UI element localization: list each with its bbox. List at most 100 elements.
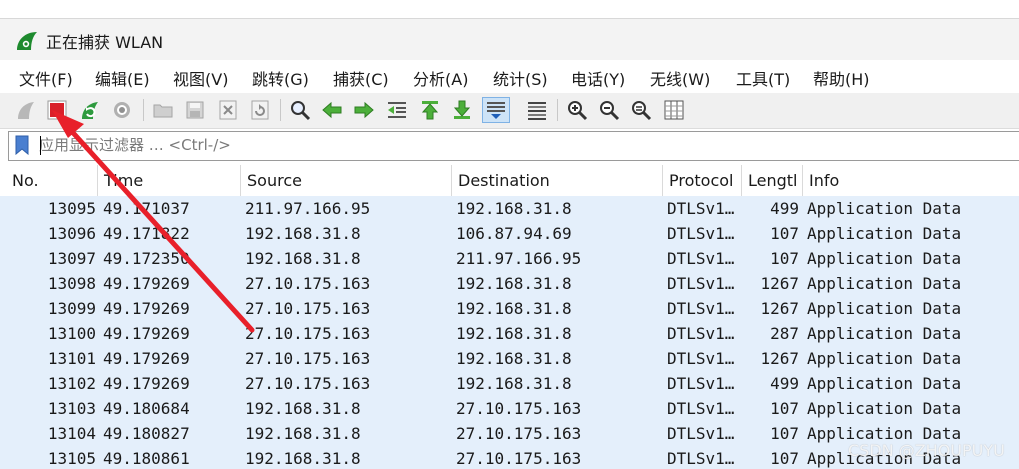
column-no[interactable]: No. (0, 165, 97, 196)
stop-capture-icon[interactable] (45, 98, 69, 122)
toolbar-separator (557, 99, 558, 121)
menu-bar: 文件(F) 编辑(E) 视图(V) 跳转(G) 捕获(C) 分析(A) 统计(S… (0, 60, 1019, 93)
menu-telephony[interactable]: 电话(Y) (571, 66, 625, 90)
zoom-normal-icon[interactable] (629, 98, 653, 122)
cell-time: 49.179269 (103, 299, 190, 318)
cell-protocol: DTLSv1… (667, 274, 735, 293)
packet-list: 13095 49.171037 211.97.166.95 192.168.31… (0, 196, 1019, 469)
menu-tools[interactable]: 工具(T) (736, 66, 790, 90)
auto-scroll-icon[interactable] (482, 97, 510, 123)
cell-no: 13104 (47, 424, 96, 443)
go-last-icon[interactable] (450, 98, 474, 122)
cell-protocol: DTLSv1… (667, 249, 735, 268)
save-file-icon[interactable] (183, 98, 207, 122)
watermark-text: CSDN @ZHOUPUYU (848, 441, 1005, 460)
table-row[interactable]: 13102 49.179269 27.10.175.163 192.168.31… (0, 371, 1019, 396)
cell-info: Application Data (807, 324, 962, 343)
table-row[interactable]: 13100 49.179269 27.10.175.163 192.168.31… (0, 321, 1019, 346)
text-cursor (40, 136, 41, 155)
colorize-icon[interactable] (525, 98, 549, 122)
column-length[interactable]: Lengtl (741, 165, 802, 196)
menu-view[interactable]: 视图(V) (173, 66, 228, 90)
column-info[interactable]: Info (802, 165, 1019, 196)
cell-source: 192.168.31.8 (245, 399, 361, 418)
cell-time: 49.171822 (103, 224, 190, 243)
cell-destination: 211.97.166.95 (456, 249, 582, 268)
column-source[interactable]: Source (240, 165, 451, 196)
cell-info: Application Data (807, 399, 962, 418)
toolbar-separator (280, 99, 281, 121)
menu-analyze[interactable]: 分析(A) (413, 66, 468, 90)
menu-help[interactable]: 帮助(H) (813, 66, 870, 90)
table-row[interactable]: 13098 49.179269 27.10.175.163 192.168.31… (0, 271, 1019, 296)
find-packet-icon[interactable] (288, 98, 312, 122)
cell-destination: 192.168.31.8 (456, 324, 572, 343)
zoom-in-icon[interactable] (565, 98, 589, 122)
open-file-icon[interactable] (151, 98, 175, 122)
display-filter-input[interactable] (39, 134, 999, 156)
menu-statistics[interactable]: 统计(S) (493, 66, 548, 90)
cell-protocol: DTLSv1… (667, 324, 735, 343)
column-time[interactable]: Time (97, 165, 240, 196)
cell-source: 27.10.175.163 (245, 374, 371, 393)
cell-time: 49.179269 (103, 349, 190, 368)
table-row[interactable]: 13095 49.171037 211.97.166.95 192.168.31… (0, 196, 1019, 221)
cell-destination: 27.10.175.163 (456, 449, 582, 468)
cell-info: Application Data (807, 349, 962, 368)
table-row[interactable]: 13101 49.179269 27.10.175.163 192.168.31… (0, 346, 1019, 371)
restart-capture-icon[interactable] (78, 98, 102, 122)
cell-no: 13105 (47, 449, 96, 468)
packet-list-header: No. Time Source Destination Protocol Len… (0, 165, 1019, 197)
cell-no: 13095 (47, 199, 96, 218)
cell-no: 13097 (47, 249, 96, 268)
cell-info: Application Data (807, 299, 962, 318)
cell-source: 211.97.166.95 (245, 199, 371, 218)
cell-time: 49.180827 (103, 424, 190, 443)
menu-wireless[interactable]: 无线(W) (650, 66, 710, 90)
cell-no: 13103 (47, 399, 96, 418)
cell-length: 107 (770, 249, 799, 268)
menu-go[interactable]: 跳转(G) (252, 66, 309, 90)
zoom-out-icon[interactable] (597, 98, 621, 122)
table-row[interactable]: 13103 49.180684 192.168.31.8 27.10.175.1… (0, 396, 1019, 421)
cell-destination: 192.168.31.8 (456, 274, 572, 293)
cell-protocol: DTLSv1… (667, 299, 735, 318)
close-file-icon[interactable] (216, 98, 240, 122)
cell-time: 49.180861 (103, 449, 190, 468)
cell-destination: 106.87.94.69 (456, 224, 572, 243)
column-protocol[interactable]: Protocol (662, 165, 741, 196)
cell-source: 192.168.31.8 (245, 224, 361, 243)
go-first-icon[interactable] (418, 98, 442, 122)
cell-protocol: DTLSv1… (667, 224, 735, 243)
column-destination[interactable]: Destination (451, 165, 662, 196)
capture-options-icon[interactable] (110, 98, 134, 122)
menu-capture[interactable]: 捕获(C) (333, 66, 389, 90)
wireshark-window: 正在捕获 WLAN 文件(F) 编辑(E) 视图(V) 跳转(G) 捕获(C) … (0, 0, 1019, 469)
go-back-icon[interactable] (320, 98, 344, 122)
cell-destination: 192.168.31.8 (456, 349, 572, 368)
start-capture-icon[interactable] (14, 98, 38, 122)
cell-time: 49.172350 (103, 249, 190, 268)
cell-destination: 27.10.175.163 (456, 424, 582, 443)
display-filter-bar (8, 131, 1019, 161)
cell-source: 27.10.175.163 (245, 274, 371, 293)
toolbar-separator (143, 99, 144, 121)
reload-file-icon[interactable] (248, 98, 272, 122)
cell-no: 13101 (47, 349, 96, 368)
cell-length: 1267 (760, 349, 799, 368)
menu-edit[interactable]: 编辑(E) (95, 66, 150, 90)
table-row[interactable]: 13099 49.179269 27.10.175.163 192.168.31… (0, 296, 1019, 321)
bookmark-icon[interactable] (12, 135, 32, 155)
table-row[interactable]: 13097 49.172350 192.168.31.8 211.97.166.… (0, 246, 1019, 271)
cell-length: 107 (770, 399, 799, 418)
cell-destination: 192.168.31.8 (456, 374, 572, 393)
table-row[interactable]: 13096 49.171822 192.168.31.8 106.87.94.6… (0, 221, 1019, 246)
menu-file[interactable]: 文件(F) (19, 66, 73, 90)
go-forward-icon[interactable] (352, 98, 376, 122)
cell-length: 287 (770, 324, 799, 343)
cell-length: 1267 (760, 274, 799, 293)
go-to-packet-icon[interactable] (385, 98, 409, 122)
cell-protocol: DTLSv1… (667, 374, 735, 393)
cell-no: 13102 (47, 374, 96, 393)
resize-columns-icon[interactable] (662, 98, 686, 122)
